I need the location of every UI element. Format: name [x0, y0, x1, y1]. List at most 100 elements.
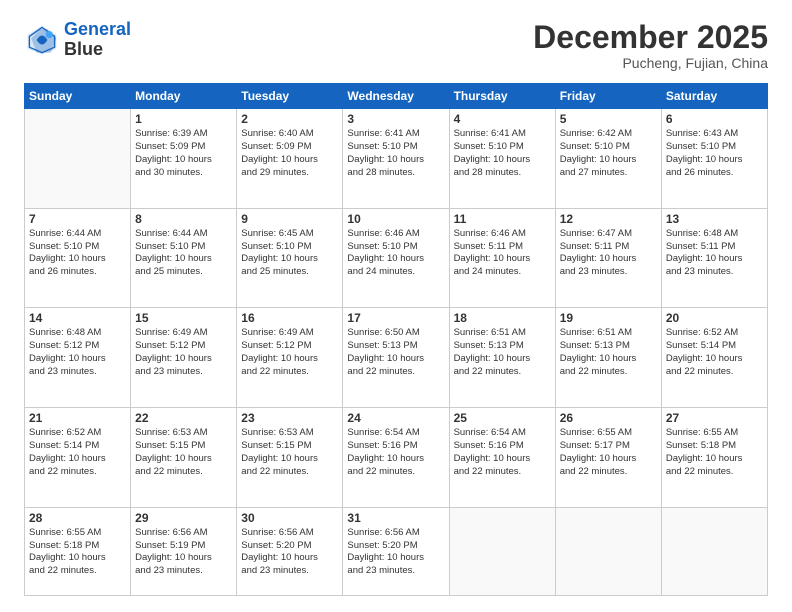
day-info: Sunrise: 6:52 AM Sunset: 5:14 PM Dayligh…	[29, 427, 126, 478]
day-cell: 19 Sunrise: 6:51 AM Sunset: 5:13 PM Dayli…	[555, 308, 661, 408]
day-info: Sunrise: 6:39 AM Sunset: 5:09 PM Dayligh…	[135, 128, 232, 179]
day-number: 6	[666, 112, 763, 126]
day-cell: 10 Sunrise: 6:46 AM Sunset: 5:10 PM Dayli…	[343, 208, 449, 308]
day-number: 27	[666, 411, 763, 425]
day-number: 14	[29, 311, 126, 325]
day-cell: 7 Sunrise: 6:44 AM Sunset: 5:10 PM Daylig…	[25, 208, 131, 308]
day-cell: 20 Sunrise: 6:52 AM Sunset: 5:14 PM Dayli…	[661, 308, 767, 408]
day-info: Sunrise: 6:41 AM Sunset: 5:10 PM Dayligh…	[347, 128, 444, 179]
day-cell: 5 Sunrise: 6:42 AM Sunset: 5:10 PM Daylig…	[555, 109, 661, 209]
day-cell: 9 Sunrise: 6:45 AM Sunset: 5:10 PM Daylig…	[237, 208, 343, 308]
day-cell: 21 Sunrise: 6:52 AM Sunset: 5:14 PM Dayli…	[25, 408, 131, 508]
week-row-3: 14Sunrise: 6:48 AM Sunset: 5:12 PM Dayli…	[25, 308, 768, 408]
day-info: Sunrise: 6:54 AM Sunset: 5:16 PM Dayligh…	[347, 427, 444, 478]
day-cell: 23Sunrise: 6:53 AM Sunset: 5:15 PM Dayli…	[237, 408, 343, 508]
day-number: 31	[347, 511, 444, 525]
day-info: Sunrise: 6:50 AM Sunset: 5:13 PM Dayligh…	[347, 327, 444, 378]
day-header-friday: Friday	[555, 84, 661, 109]
day-number: 30	[241, 511, 338, 525]
day-header-wednesday: Wednesday	[343, 84, 449, 109]
day-number: 5	[560, 112, 657, 126]
day-cell: 17 Sunrise: 6:50 AM Sunset: 5:13 PM Dayli…	[343, 308, 449, 408]
day-cell: 1 Sunrise: 6:39 AM Sunset: 5:09 PM Daylig…	[131, 109, 237, 209]
day-info: Sunrise: 6:51 AM Sunset: 5:13 PM Dayligh…	[560, 327, 657, 378]
day-number: 28	[29, 511, 126, 525]
day-info: Sunrise: 6:41 AM Sunset: 5:10 PM Dayligh…	[454, 128, 551, 179]
day-info: Sunrise: 6:42 AM Sunset: 5:10 PM Dayligh…	[560, 128, 657, 179]
day-info: Sunrise: 6:53 AM Sunset: 5:15 PM Dayligh…	[135, 427, 232, 478]
day-number: 23	[241, 411, 338, 425]
day-cell: 12Sunrise: 6:47 AM Sunset: 5:11 PM Dayli…	[555, 208, 661, 308]
day-cell: 26 Sunrise: 6:55 AM Sunset: 5:17 PM Dayli…	[555, 408, 661, 508]
day-cell	[449, 507, 555, 595]
logo-line1: General	[64, 19, 131, 39]
day-cell: 25Sunrise: 6:54 AM Sunset: 5:16 PM Dayli…	[449, 408, 555, 508]
day-number: 24	[347, 411, 444, 425]
month-year: December 2025	[533, 20, 768, 55]
day-cell: 13Sunrise: 6:48 AM Sunset: 5:11 PM Dayli…	[661, 208, 767, 308]
day-header-sunday: Sunday	[25, 84, 131, 109]
day-info: Sunrise: 6:56 AM Sunset: 5:20 PM Dayligh…	[241, 527, 338, 578]
day-info: Sunrise: 6:48 AM Sunset: 5:11 PM Dayligh…	[666, 228, 763, 279]
day-number: 17	[347, 311, 444, 325]
day-number: 16	[241, 311, 338, 325]
day-number: 10	[347, 212, 444, 226]
day-cell: 3 Sunrise: 6:41 AM Sunset: 5:10 PM Daylig…	[343, 109, 449, 209]
day-number: 11	[454, 212, 551, 226]
day-cell: 18 Sunrise: 6:51 AM Sunset: 5:13 PM Dayli…	[449, 308, 555, 408]
day-number: 20	[666, 311, 763, 325]
logo-line2: Blue	[64, 40, 131, 60]
day-header-saturday: Saturday	[661, 84, 767, 109]
day-info: Sunrise: 6:51 AM Sunset: 5:13 PM Dayligh…	[454, 327, 551, 378]
day-info: Sunrise: 6:55 AM Sunset: 5:18 PM Dayligh…	[666, 427, 763, 478]
day-number: 29	[135, 511, 232, 525]
day-info: Sunrise: 6:47 AM Sunset: 5:11 PM Dayligh…	[560, 228, 657, 279]
day-info: Sunrise: 6:44 AM Sunset: 5:10 PM Dayligh…	[29, 228, 126, 279]
day-number: 19	[560, 311, 657, 325]
day-cell: 8Sunrise: 6:44 AM Sunset: 5:10 PM Daylig…	[131, 208, 237, 308]
day-cell: 11Sunrise: 6:46 AM Sunset: 5:11 PM Dayli…	[449, 208, 555, 308]
day-number: 4	[454, 112, 551, 126]
day-cell: 28 Sunrise: 6:55 AM Sunset: 5:18 PM Dayli…	[25, 507, 131, 595]
day-cell: 16 Sunrise: 6:49 AM Sunset: 5:12 PM Dayli…	[237, 308, 343, 408]
day-number: 1	[135, 112, 232, 126]
logo: General Blue	[24, 20, 131, 60]
day-info: Sunrise: 6:49 AM Sunset: 5:12 PM Dayligh…	[241, 327, 338, 378]
day-number: 26	[560, 411, 657, 425]
week-row-5: 28 Sunrise: 6:55 AM Sunset: 5:18 PM Dayli…	[25, 507, 768, 595]
title-block: December 2025 Pucheng, Fujian, China	[533, 20, 768, 71]
calendar: SundayMondayTuesdayWednesdayThursdayFrid…	[24, 83, 768, 596]
week-row-4: 21 Sunrise: 6:52 AM Sunset: 5:14 PM Dayli…	[25, 408, 768, 508]
day-number: 18	[454, 311, 551, 325]
day-cell: 30 Sunrise: 6:56 AM Sunset: 5:20 PM Dayli…	[237, 507, 343, 595]
week-row-2: 7 Sunrise: 6:44 AM Sunset: 5:10 PM Daylig…	[25, 208, 768, 308]
day-header-monday: Monday	[131, 84, 237, 109]
day-info: Sunrise: 6:55 AM Sunset: 5:17 PM Dayligh…	[560, 427, 657, 478]
day-number: 15	[135, 311, 232, 325]
day-header-thursday: Thursday	[449, 84, 555, 109]
day-info: Sunrise: 6:52 AM Sunset: 5:14 PM Dayligh…	[666, 327, 763, 378]
day-header-tuesday: Tuesday	[237, 84, 343, 109]
day-number: 8	[135, 212, 232, 226]
header-row: SundayMondayTuesdayWednesdayThursdayFrid…	[25, 84, 768, 109]
day-info: Sunrise: 6:56 AM Sunset: 5:20 PM Dayligh…	[347, 527, 444, 578]
day-number: 3	[347, 112, 444, 126]
day-number: 22	[135, 411, 232, 425]
day-number: 2	[241, 112, 338, 126]
day-info: Sunrise: 6:46 AM Sunset: 5:10 PM Dayligh…	[347, 228, 444, 279]
day-info: Sunrise: 6:54 AM Sunset: 5:16 PM Dayligh…	[454, 427, 551, 478]
day-cell: 22 Sunrise: 6:53 AM Sunset: 5:15 PM Dayli…	[131, 408, 237, 508]
day-info: Sunrise: 6:55 AM Sunset: 5:18 PM Dayligh…	[29, 527, 126, 578]
day-number: 9	[241, 212, 338, 226]
day-cell: 31 Sunrise: 6:56 AM Sunset: 5:20 PM Dayli…	[343, 507, 449, 595]
day-info: Sunrise: 6:49 AM Sunset: 5:12 PM Dayligh…	[135, 327, 232, 378]
day-cell: 14Sunrise: 6:48 AM Sunset: 5:12 PM Dayli…	[25, 308, 131, 408]
week-row-1: 1 Sunrise: 6:39 AM Sunset: 5:09 PM Daylig…	[25, 109, 768, 209]
page: General Blue December 2025 Pucheng, Fuji…	[0, 0, 792, 612]
location: Pucheng, Fujian, China	[533, 55, 768, 71]
day-cell: 27 Sunrise: 6:55 AM Sunset: 5:18 PM Dayli…	[661, 408, 767, 508]
day-info: Sunrise: 6:45 AM Sunset: 5:10 PM Dayligh…	[241, 228, 338, 279]
day-number: 21	[29, 411, 126, 425]
day-number: 7	[29, 212, 126, 226]
day-cell	[555, 507, 661, 595]
